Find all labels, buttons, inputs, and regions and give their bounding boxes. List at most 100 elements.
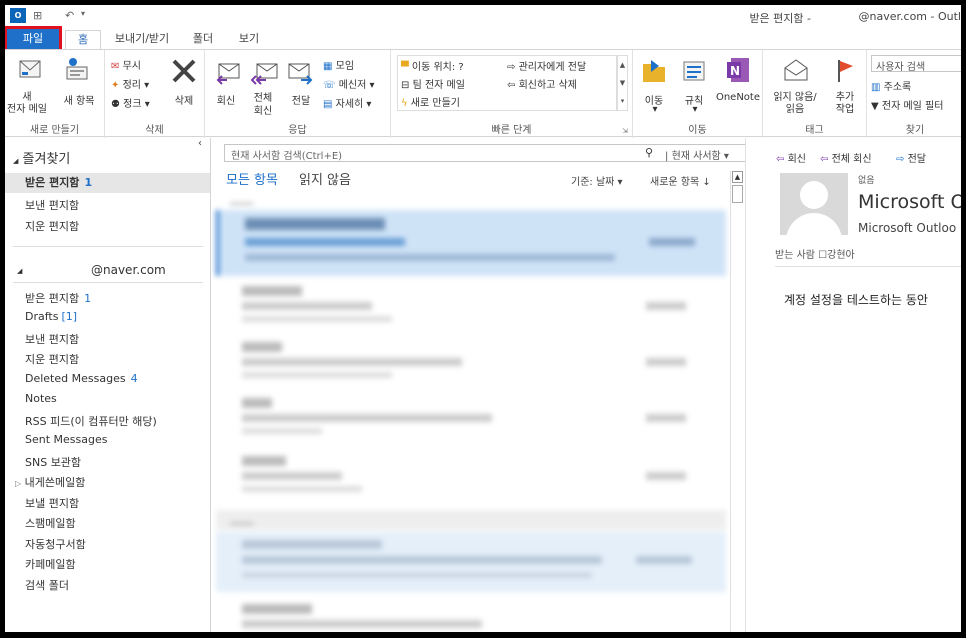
quick-steps-scroll[interactable]: ▲ ▼ ▾ [617, 55, 628, 111]
ignore-label: 무시 [122, 61, 141, 72]
customize-qat-icon[interactable]: ▾ [81, 9, 85, 18]
message-list-scrollbar[interactable]: ▲ [730, 171, 743, 632]
reading-reply-label: 회신 [787, 154, 806, 165]
sort-by-label: 기준: 날짜 [571, 177, 615, 188]
filter-all[interactable]: 모든 항목 [226, 169, 278, 188]
reading-reply-button[interactable]: ⇦ 회신 [776, 150, 806, 165]
onenote-button[interactable]: OneNote [713, 92, 763, 103]
message-row[interactable] [216, 596, 726, 632]
quickstep-team-email[interactable]: ⊟ 팀 전자 메일 [401, 76, 465, 92]
folder-notes[interactable]: Notes [25, 392, 57, 405]
tab-send-receive[interactable]: 보내기/받기 [109, 30, 175, 49]
search-scope-dropdown[interactable]: | 현재 사서함 ▾ [665, 147, 729, 162]
move-dropdown[interactable]: ▾ [645, 104, 665, 115]
favorite-deleted[interactable]: 지운 편지함 [25, 218, 79, 234]
tab-file[interactable]: 파일 [5, 26, 62, 52]
search-icon[interactable]: ⚲ [645, 146, 653, 159]
reading-sender[interactable]: Microsoft Outloo [858, 221, 956, 235]
redacted-sender [242, 286, 302, 296]
delete-icon [171, 58, 197, 87]
more-respond-button[interactable]: ▤ 자세히 ▾ [323, 95, 371, 111]
folder-label: Drafts [25, 310, 59, 323]
quickstep-to-manager[interactable]: ⇨ 관리자에게 전달 [507, 58, 586, 74]
redacted-subject [242, 358, 462, 366]
junk-label: 정크 [123, 99, 142, 110]
message-row[interactable] [216, 390, 726, 448]
rules-dropdown[interactable]: ▾ [685, 104, 705, 115]
new-email-button[interactable]: 새 전자 메일 [5, 92, 49, 116]
new-items-button[interactable]: 새 항목 [57, 92, 101, 107]
folder-outbox[interactable]: 보낼 편지함 [25, 495, 79, 511]
reading-forward-button[interactable]: ⇨ 전달 [896, 150, 926, 165]
quickstep-reply-delete[interactable]: ⇦ 회신하고 삭제 [507, 76, 577, 92]
send-receive-all-icon[interactable]: ⊞ [33, 9, 42, 22]
favorites-header[interactable]: ◢ 즐겨찾기 [13, 148, 70, 167]
sort-by-dropdown[interactable]: 기준: 날짜 ▾ [571, 173, 623, 188]
forward-icon [287, 56, 315, 89]
collapse-folder-pane-icon[interactable]: ‹ [198, 138, 202, 149]
ignore-button[interactable]: ✉ 무시 [111, 57, 141, 73]
folder-rss[interactable]: RSS 피드(이 컴퓨터만 해당) [25, 413, 157, 429]
folder-deleted[interactable]: 지운 편지함 [25, 351, 79, 367]
cleanup-button[interactable]: ✦ 정리 ▾ [111, 76, 149, 92]
redacted-date [646, 358, 686, 366]
filter-email-button[interactable]: ▼ 전자 메일 필터 [871, 97, 943, 113]
message-row[interactable] [216, 278, 726, 336]
folder-bills[interactable]: 자동청구서함 [25, 536, 86, 552]
folder-cafe[interactable]: 카페메일함 [25, 556, 76, 572]
address-book-button[interactable]: ▥ 주소록 [871, 78, 911, 94]
folder-self-mail[interactable]: ▷ 내게쓴메일함 [15, 474, 85, 490]
tab-folder[interactable]: 폴더 [185, 30, 221, 49]
dialog-launcher-icon[interactable]: ⇲ [622, 127, 628, 135]
delete-button[interactable]: 삭제 [167, 92, 201, 107]
reading-reply-all-button[interactable]: ⇦ 전체 회신 [820, 150, 872, 165]
meeting-button[interactable]: ▦ 모임 [323, 57, 354, 73]
move-icon [641, 58, 667, 87]
window-account: @naver.com - Outl [858, 10, 961, 23]
unread-read-button[interactable]: 읽지 않음/ 읽음 [765, 92, 825, 116]
message-row[interactable] [216, 334, 726, 392]
folder-spam[interactable]: 스팸메일함 [25, 515, 76, 531]
forward-icon: ⇨ [896, 154, 905, 165]
search-input[interactable]: 현재 사서함 검색(Ctrl+E) ⚲ | 현재 사서함 ▾ [224, 144, 747, 162]
tab-home[interactable]: 홈 [65, 30, 101, 49]
message-row[interactable] [216, 448, 726, 506]
to-name[interactable]: 강현아 [827, 250, 855, 261]
expand-arrow-icon: ◢ [17, 267, 23, 275]
group-header: ▁▁▁ [216, 190, 726, 208]
folder-inbox[interactable]: 받은 편지함 1 [25, 290, 91, 306]
folder-label: 내게쓴메일함 [24, 476, 86, 489]
filter-unread[interactable]: 읽지 않음 [299, 169, 351, 188]
tab-view[interactable]: 보기 [231, 30, 267, 49]
quickstep-create-new[interactable]: ϟ 새로 만들기 [401, 94, 460, 110]
redacted-sender [245, 218, 385, 230]
reading-to: 받는 사람 ☐강현아 [775, 246, 855, 261]
favorite-inbox[interactable]: 받은 편지함 1 [5, 173, 210, 193]
scroll-thumb[interactable] [732, 185, 743, 203]
folder-search[interactable]: 검색 폴더 [25, 577, 69, 593]
redacted-sender [242, 604, 312, 614]
redacted-preview [242, 372, 392, 378]
reply-delete-icon: ⇦ [507, 79, 516, 91]
follow-up-button[interactable]: 추가 작업 [827, 92, 863, 116]
collapsed-arrow-icon: ▷ [15, 479, 22, 488]
group-quick-steps: ▀ 이동 위치: ? ⊟ 팀 전자 메일 ϟ 새로 만들기 ⇨ 관리자에게 전달… [391, 50, 633, 138]
message-row-selected[interactable] [216, 210, 726, 276]
message-row[interactable] [216, 532, 726, 592]
scroll-up-icon[interactable]: ▲ [732, 171, 743, 183]
forward-button[interactable]: 전달 [285, 92, 317, 107]
favorite-sent[interactable]: 보낸 편지함 [25, 197, 79, 213]
junk-button[interactable]: ⚉ 정크 ▾ [111, 95, 150, 111]
folder-sent[interactable]: 보낸 편지함 [25, 331, 79, 347]
quickstep-move-to[interactable]: ▀ 이동 위치: ? [401, 58, 464, 74]
reply-all-button[interactable]: 전체 회신 [245, 92, 281, 118]
folder-deleted-messages[interactable]: Deleted Messages 4 [25, 372, 138, 385]
folder-sent-messages[interactable]: Sent Messages [25, 433, 107, 446]
im-button[interactable]: ☏ 메신저 ▾ [323, 76, 375, 92]
folder-drafts[interactable]: Drafts [1] [25, 310, 77, 323]
reply-button[interactable]: 회신 [209, 92, 243, 107]
search-people-input[interactable]: 사용자 검색 [871, 55, 961, 73]
folder-sns[interactable]: SNS 보관함 [25, 454, 81, 470]
sort-order-toggle[interactable]: 새로운 항목 ↓ [650, 173, 711, 188]
undo-icon[interactable]: ↶ [65, 9, 74, 22]
